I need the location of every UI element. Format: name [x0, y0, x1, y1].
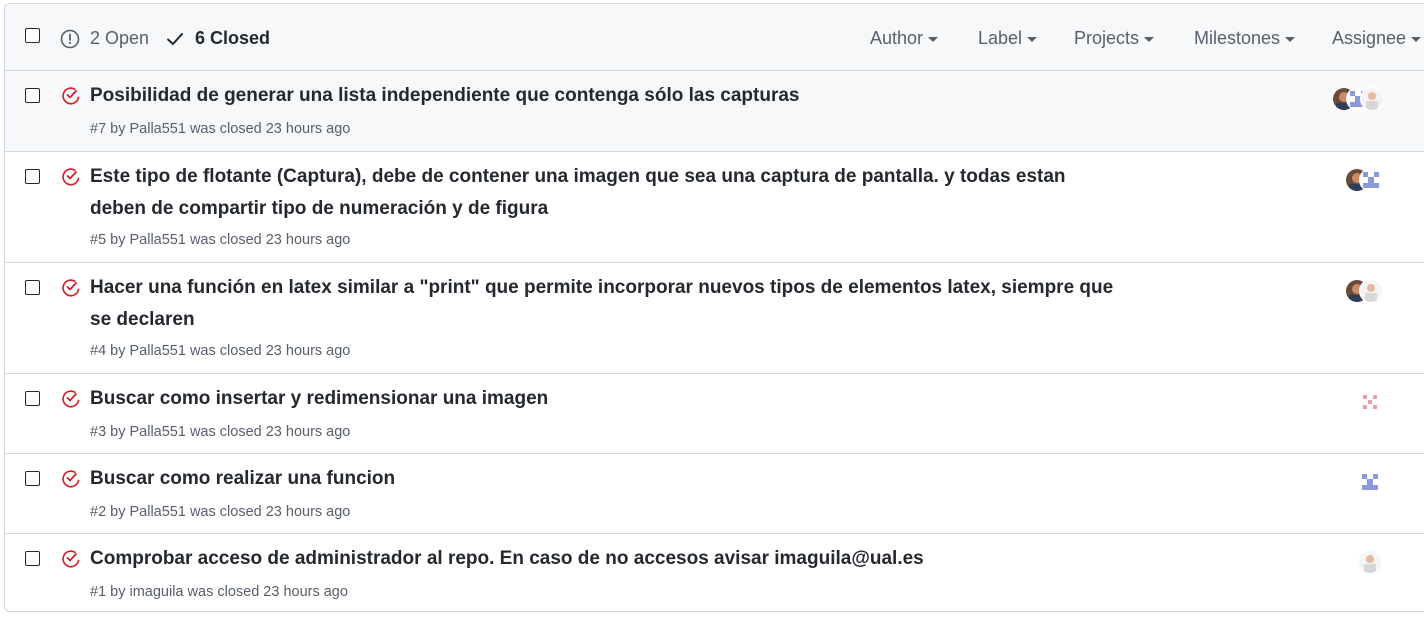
- assignee-avatars: [1358, 550, 1382, 574]
- issue-checkbox[interactable]: [25, 88, 40, 103]
- assignee-avatars: [1345, 168, 1383, 192]
- issue-row[interactable]: Comprobar acceso de administrador al rep…: [5, 534, 1424, 611]
- issue-title-link[interactable]: Este tipo de flotante (Captura), debe de…: [90, 161, 1090, 225]
- issue-closed-icon: [62, 390, 80, 408]
- avatar[interactable]: [1358, 550, 1382, 574]
- avatar[interactable]: [1359, 168, 1383, 192]
- caret-down-icon: [928, 37, 939, 42]
- issue-row[interactable]: Hacer una función en latex similar a "pr…: [5, 263, 1424, 374]
- author-filter[interactable]: Author: [870, 28, 939, 49]
- issue-row[interactable]: Posibilidad de generar una lista indepen…: [5, 71, 1424, 152]
- assignee-filter-label: Assignee: [1332, 28, 1407, 48]
- issue-meta: #1 by imaguila was closed 23 hours ago: [90, 584, 348, 600]
- assignee-filter[interactable]: Assignee: [1332, 28, 1422, 49]
- issue-closed-icon: [62, 87, 80, 105]
- issue-title-link[interactable]: Comprobar acceso de administrador al rep…: [90, 543, 1130, 575]
- issue-closed-icon: [62, 168, 80, 186]
- issue-title-link[interactable]: Buscar como realizar una funcion: [90, 463, 1130, 495]
- avatar[interactable]: [1360, 87, 1384, 111]
- projects-filter-label: Projects: [1074, 28, 1140, 48]
- issue-row[interactable]: Buscar como realizar una funcion #2 by P…: [5, 454, 1424, 534]
- issue-closed-icon: [62, 470, 80, 488]
- issue-title-link[interactable]: Hacer una función en latex similar a "pr…: [90, 272, 1130, 336]
- assignee-avatars: [1358, 390, 1382, 414]
- issue-row[interactable]: Buscar como insertar y redimensionar una…: [5, 374, 1424, 454]
- issues-list-header: 2 Open 6 Closed Author Label Projects Mi…: [5, 4, 1424, 71]
- issue-meta: #2 by Palla551 was closed 23 hours ago: [90, 504, 351, 520]
- issue-checkbox[interactable]: [25, 391, 40, 406]
- issue-checkbox[interactable]: [25, 280, 40, 295]
- milestones-filter-label: Milestones: [1194, 28, 1281, 48]
- issue-meta: #4 by Palla551 was closed 23 hours ago: [90, 343, 351, 359]
- projects-filter[interactable]: Projects: [1074, 28, 1155, 49]
- avatar[interactable]: [1359, 279, 1383, 303]
- assignee-avatars: [1358, 470, 1382, 494]
- milestones-filter[interactable]: Milestones: [1194, 28, 1296, 49]
- issues-list: 2 Open 6 Closed Author Label Projects Mi…: [4, 3, 1424, 612]
- issue-checkbox[interactable]: [25, 551, 40, 566]
- issue-checkbox[interactable]: [25, 169, 40, 184]
- issue-meta: #3 by Palla551 was closed 23 hours ago: [90, 424, 351, 440]
- label-filter-label: Label: [978, 28, 1023, 48]
- caret-down-icon: [1285, 37, 1296, 42]
- issue-closed-icon: [62, 279, 80, 297]
- issue-checkbox[interactable]: [25, 471, 40, 486]
- issue-title-link[interactable]: Posibilidad de generar una lista indepen…: [90, 80, 1130, 112]
- issue-title-link[interactable]: Buscar como insertar y redimensionar una…: [90, 383, 1130, 415]
- issue-row[interactable]: Este tipo de flotante (Captura), debe de…: [5, 152, 1424, 263]
- issue-meta: #5 by Palla551 was closed 23 hours ago: [90, 232, 351, 248]
- caret-down-icon: [1144, 37, 1155, 42]
- assignee-avatars: [1345, 279, 1383, 303]
- avatar[interactable]: [1358, 390, 1382, 414]
- author-filter-label: Author: [870, 28, 924, 48]
- avatar[interactable]: [1358, 470, 1382, 494]
- issue-closed-icon: [62, 550, 80, 568]
- label-filter[interactable]: Label: [978, 28, 1038, 49]
- assignee-avatars: [1332, 87, 1384, 111]
- caret-down-icon: [1027, 37, 1038, 42]
- filter-bar: Author Label Projects Milestones Assigne…: [5, 28, 1424, 52]
- issue-meta: #7 by Palla551 was closed 23 hours ago: [90, 121, 351, 137]
- caret-down-icon: [1411, 37, 1422, 42]
